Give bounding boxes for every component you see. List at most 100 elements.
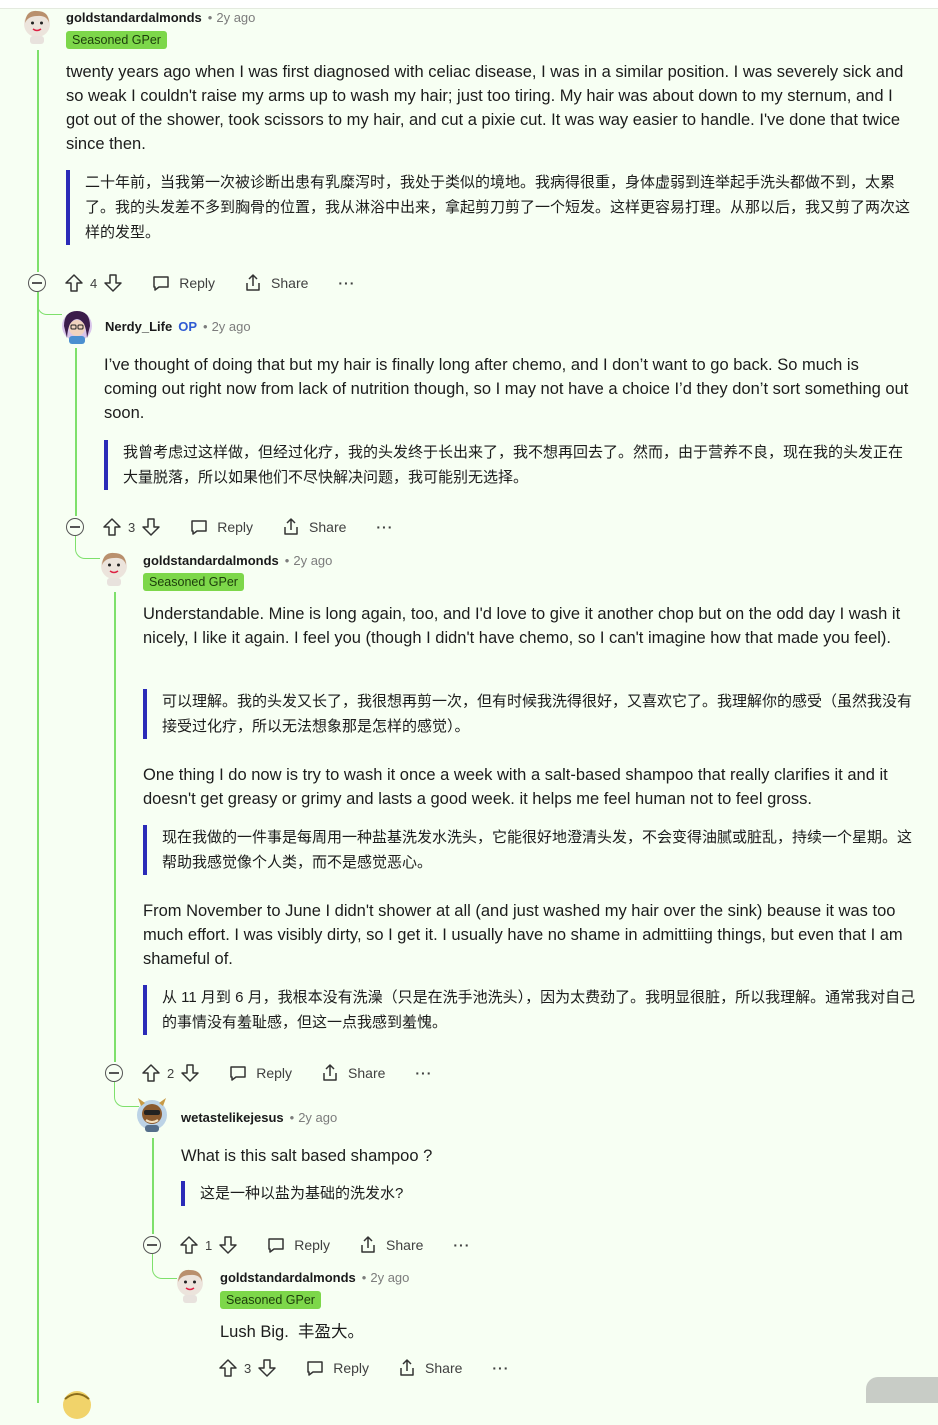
upvote-icon[interactable] (64, 273, 84, 293)
share-button[interactable]: Share (281, 517, 346, 537)
separator: • (207, 10, 213, 25)
comment-actions: 4 Reply Share ··· (64, 271, 355, 295)
user-flair: Seasoned GPer (66, 31, 167, 49)
op-badge: OP (178, 319, 197, 334)
reply-button[interactable]: Reply (266, 1235, 330, 1255)
comment-text: twenty years ago when I was first diagno… (66, 63, 904, 153)
timestamp[interactable]: 2y ago (370, 1270, 409, 1285)
thread-line-level-1 (75, 348, 77, 516)
downvote-icon[interactable] (141, 517, 161, 537)
thread-line-level-2 (114, 592, 116, 1062)
downvote-icon[interactable] (180, 1063, 200, 1083)
share-button[interactable]: Share (397, 1358, 462, 1378)
reply-button[interactable]: Reply (189, 517, 253, 537)
username[interactable]: Nerdy_Life (105, 319, 172, 334)
collapse-icon[interactable] (105, 1064, 123, 1082)
upvote-icon[interactable] (102, 517, 122, 537)
user-avatar-icon[interactable] (135, 1096, 169, 1132)
share-icon (400, 1359, 414, 1376)
collapse-icon[interactable] (28, 274, 46, 292)
reply-label: Reply (294, 1237, 331, 1253)
floating-button[interactable] (866, 1377, 938, 1403)
reply-button[interactable]: Reply (305, 1358, 369, 1378)
upvote-icon[interactable] (218, 1358, 238, 1378)
username[interactable]: wetastelikejesus (181, 1110, 284, 1125)
collapse-icon[interactable] (66, 518, 84, 536)
share-button[interactable]: Share (243, 273, 308, 293)
thread-line-level-0-continued (37, 292, 39, 1403)
vote-count: 1 (205, 1237, 213, 1253)
thread-line-level-0 (37, 50, 39, 272)
vote-count: 2 (167, 1065, 175, 1081)
translation-quote: 现在我做的一件事是每周用一种盐基洗发水洗头，它能很好地澄清头发，不会变得油腻或脏… (143, 825, 916, 875)
vote-count: 3 (244, 1360, 252, 1376)
separator: • (203, 319, 208, 334)
share-button[interactable]: Share (320, 1063, 385, 1083)
more-options-icon[interactable]: ··· (376, 519, 393, 535)
downvote-icon[interactable] (103, 273, 123, 293)
share-label: Share (271, 275, 309, 291)
top-divider (0, 0, 938, 9)
timestamp[interactable]: 2y ago (216, 10, 255, 25)
translation-quote: 从 11 月到 6 月，我根本没有洗澡（只是在洗手池洗头），因为太费劲了。我明显… (143, 985, 916, 1035)
separator: • (361, 1270, 367, 1285)
share-icon (361, 1236, 375, 1253)
reply-label: Reply (256, 1065, 293, 1081)
comment-text: From November to June I didn't shower at… (143, 902, 903, 968)
share-label: Share (425, 1360, 463, 1376)
timestamp[interactable]: 2y ago (212, 319, 251, 334)
reply-icon (268, 1238, 284, 1253)
timestamp[interactable]: 2y ago (298, 1110, 337, 1125)
more-options-icon[interactable]: ··· (453, 1237, 470, 1253)
thread-line-level-3 (152, 1138, 154, 1234)
share-icon (284, 518, 298, 535)
user-avatar-icon[interactable] (173, 1267, 207, 1303)
share-button[interactable]: Share (358, 1235, 423, 1255)
user-flair: Seasoned GPer (143, 573, 244, 591)
share-icon (323, 1064, 337, 1081)
share-label: Share (309, 519, 347, 535)
user-avatar-icon[interactable] (20, 8, 54, 44)
username[interactable]: goldstandardalmonds (220, 1270, 356, 1285)
more-options-icon[interactable]: ··· (415, 1065, 432, 1081)
downvote-icon[interactable] (257, 1358, 277, 1378)
share-label: Share (348, 1065, 386, 1081)
reply-icon (230, 1066, 246, 1081)
translation-quote: 可以理解。我的头发又长了，我很想再剪一次，但有时候我洗得很好，又喜欢它了。我理解… (143, 689, 916, 739)
vote-count: 4 (90, 275, 98, 291)
reply-button[interactable]: Reply (228, 1063, 292, 1083)
reply-button[interactable]: Reply (151, 273, 215, 293)
reply-icon (191, 520, 207, 535)
comment-actions: 1 Reply Share ··· (179, 1233, 470, 1257)
vote-count: 3 (128, 519, 136, 535)
upvote-icon[interactable] (141, 1063, 161, 1083)
user-flair: Seasoned GPer (220, 1291, 321, 1309)
translation-quote: 二十年前，当我第一次被诊断出患有乳糜泻时，我处于类似的境地。我病得很重，身体虚弱… (66, 170, 916, 245)
translation-quote: 我曾考虑过这样做，但经过化疗，我的头发终于长出来了，我不想再回去了。然而，由于营… (104, 440, 916, 490)
comment-text: One thing I do now is try to wash it onc… (143, 766, 888, 808)
upvote-icon[interactable] (179, 1235, 199, 1255)
more-options-icon[interactable]: ··· (492, 1360, 509, 1376)
translation-quote: 这是一种以盐为基础的洗发水? (181, 1181, 916, 1206)
reply-icon (307, 1361, 323, 1376)
comment-actions: 2 Reply Share ··· (141, 1061, 432, 1085)
separator: • (289, 1110, 295, 1125)
downvote-icon[interactable] (218, 1235, 238, 1255)
user-avatar-icon[interactable] (60, 308, 94, 344)
comment-text: What is this salt based shampoo ? (181, 1147, 433, 1165)
timestamp[interactable]: 2y ago (293, 553, 332, 568)
comment-text: Understandable. Mine is long again, too,… (143, 605, 901, 647)
reply-label: Reply (179, 275, 216, 291)
reply-label: Reply (217, 519, 254, 535)
username[interactable]: goldstandardalmonds (66, 10, 202, 25)
more-options-icon[interactable]: ··· (338, 275, 355, 291)
comment-text: Lush Big. 丰盈大。 (220, 1323, 364, 1341)
username[interactable]: goldstandardalmonds (143, 553, 279, 568)
comment-actions: 3 Reply Share ··· (102, 515, 393, 539)
user-avatar-icon[interactable] (97, 550, 131, 586)
comment-actions: 3 Reply Share ··· (218, 1356, 509, 1380)
next-user-avatar-icon[interactable] (60, 1389, 94, 1425)
reply-label: Reply (333, 1360, 370, 1376)
share-icon (246, 274, 260, 291)
collapse-icon[interactable] (143, 1236, 161, 1254)
